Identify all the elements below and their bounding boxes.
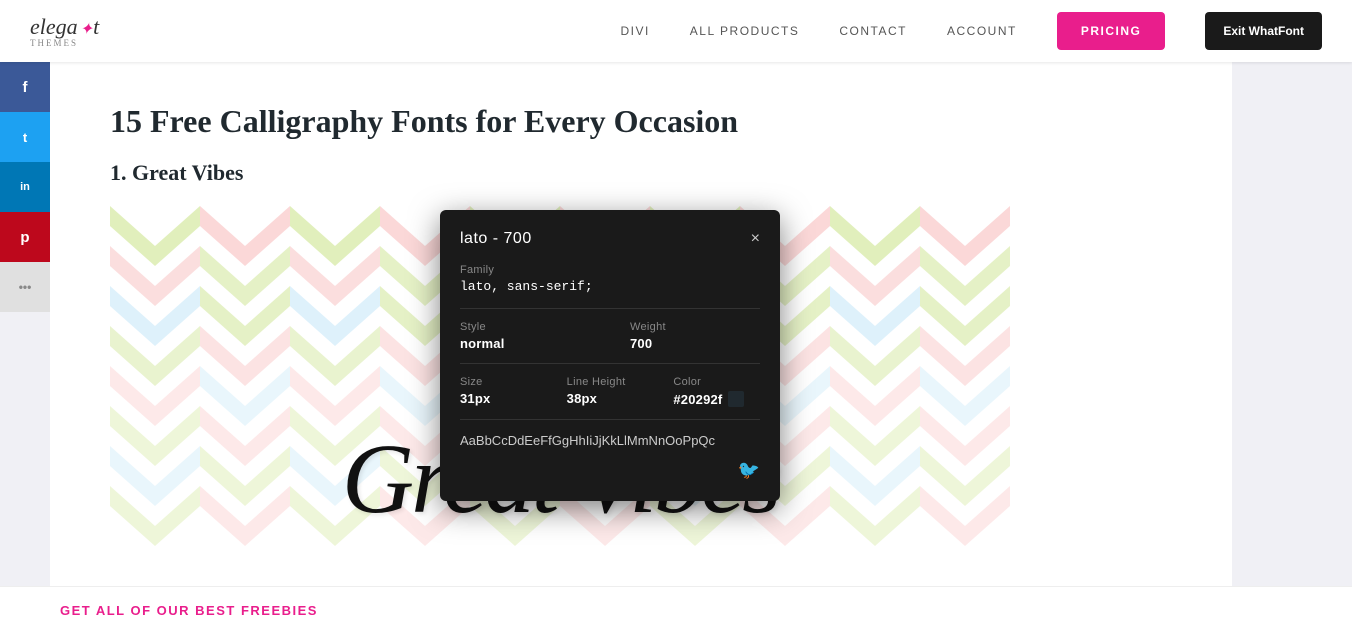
popup-lineheight-field: Line Height 38px xyxy=(567,376,654,407)
popup-divider-1 xyxy=(460,308,760,309)
popup-family-row: Family lato, sans-serif; xyxy=(460,264,760,294)
twitter-share-button[interactable]: t xyxy=(0,112,50,162)
section-heading: 1. Great Vibes xyxy=(110,160,1172,186)
logo-sub: themes xyxy=(30,38,99,48)
page-title: 15 Free Calligraphy Fonts for Every Occa… xyxy=(110,102,1172,140)
weight-value: 700 xyxy=(630,336,760,351)
popup-title: lato - 700 xyxy=(460,230,532,248)
bottom-banner: GET ALL OF OUR BEST FREEBIES xyxy=(0,586,1352,635)
main-wrapper: f t in p ••• 15 Free Calligraphy Fonts f… xyxy=(0,62,1352,586)
family-value: lato, sans-serif; xyxy=(460,279,760,294)
pricing-button[interactable]: PRICING xyxy=(1057,12,1166,50)
popup-header: lato - 700 × xyxy=(460,230,760,248)
linkedin-share-button[interactable]: in xyxy=(0,162,50,212)
pinterest-share-button[interactable]: p xyxy=(0,212,50,262)
more-share-button[interactable]: ••• xyxy=(0,262,50,312)
nav-item-account[interactable]: ACCOUNT xyxy=(947,24,1017,38)
style-label: Style xyxy=(460,321,590,333)
more-icon: ••• xyxy=(19,280,32,294)
nav-item-divi[interactable]: DIVI xyxy=(620,24,649,38)
logo[interactable]: elega✦t themes xyxy=(30,14,99,48)
facebook-share-button[interactable]: f xyxy=(0,62,50,112)
social-sidebar: f t in p ••• xyxy=(0,62,50,586)
nav-item-contact[interactable]: CONTACT xyxy=(839,24,907,38)
facebook-icon: f xyxy=(23,79,28,96)
whatfont-popup: lato - 700 × Family lato, sans-serif; St… xyxy=(440,210,780,501)
color-swatch xyxy=(728,391,744,407)
line-height-label: Line Height xyxy=(567,376,654,388)
color-value: #20292f xyxy=(673,392,722,407)
popup-style-field: Style normal xyxy=(460,321,590,351)
popup-size-color-row: Size 31px Line Height 38px Color #20292f xyxy=(460,376,760,407)
popup-color-field: Color #20292f xyxy=(673,376,760,407)
color-label: Color xyxy=(673,376,760,388)
linkedin-icon: in xyxy=(20,181,30,193)
line-height-value: 38px xyxy=(567,391,654,406)
logo-brand: elega✦t xyxy=(30,14,99,39)
nav-item-all-products[interactable]: ALL PRODUCTS xyxy=(690,24,800,38)
popup-divider-3 xyxy=(460,419,760,420)
exit-whatfont-button[interactable]: Exit WhatFont xyxy=(1205,12,1322,50)
popup-divider-2 xyxy=(460,363,760,364)
popup-weight-field: Weight 700 xyxy=(630,321,760,351)
popup-size-field: Size 31px xyxy=(460,376,547,407)
weight-label: Weight xyxy=(630,321,760,333)
popup-footer: 🐦 xyxy=(460,460,760,481)
popup-style-weight-row: Style normal Weight 700 xyxy=(460,321,760,351)
twitter-share-icon[interactable]: 🐦 xyxy=(738,460,760,481)
content-area: 15 Free Calligraphy Fonts for Every Occa… xyxy=(50,62,1232,586)
twitter-icon: t xyxy=(23,130,27,145)
popup-close-button[interactable]: × xyxy=(751,231,760,247)
main-nav: DIVI ALL PRODUCTS CONTACT ACCOUNT PRICIN… xyxy=(620,12,1322,50)
right-sidebar xyxy=(1232,62,1352,586)
pinterest-icon: p xyxy=(20,229,29,246)
size-value: 31px xyxy=(460,391,547,406)
family-label: Family xyxy=(460,264,760,276)
header: elega✦t themes DIVI ALL PRODUCTS CONTACT… xyxy=(0,0,1352,62)
popup-alphabet: AaBbCcDdEeFfGgHhIiJjKkLlMmNnOoPpQc xyxy=(460,432,760,450)
size-label: Size xyxy=(460,376,547,388)
style-value: normal xyxy=(460,336,590,351)
bottom-banner-text[interactable]: GET ALL OF OUR BEST FREEBIES xyxy=(60,603,318,618)
